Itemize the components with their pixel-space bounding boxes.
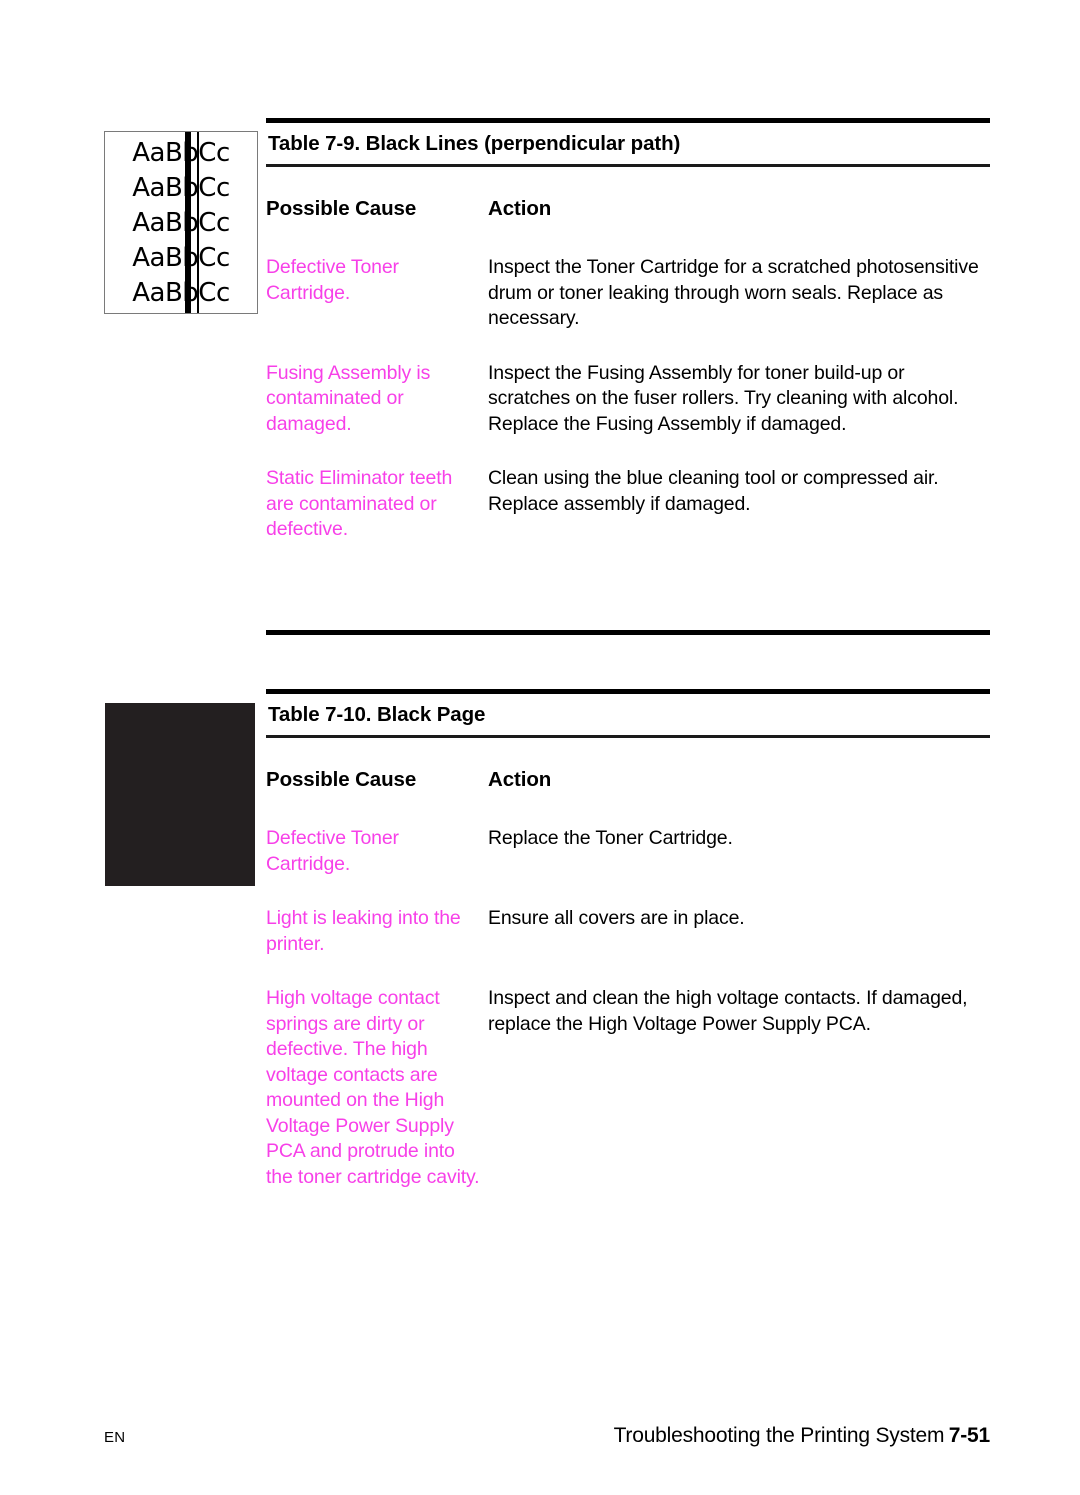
- table-row: Fusing Assembly is contaminated or damag…: [266, 361, 990, 438]
- table-column-headers: Possible Cause Action: [266, 738, 990, 792]
- sample-image-black-lines: AaBbCc AaBbCc AaBbCc AaBbCc AaBbCc: [104, 131, 258, 314]
- sample-text-line: AaBbCc: [132, 243, 230, 273]
- cell-possible-cause: Defective Toner Cartridge.: [266, 827, 399, 875]
- footer-page-number: 7-51: [948, 1424, 990, 1447]
- table-column-headers: Possible Cause Action: [266, 167, 990, 221]
- cell-action: Inspect the Toner Cartridge for a scratc…: [488, 256, 979, 329]
- footer-running-title: Troubleshooting the Printing System: [613, 1424, 945, 1447]
- cell-action: Ensure all covers are in place.: [488, 907, 745, 929]
- cell-action: Inspect the Fusing Assembly for toner bu…: [488, 361, 959, 435]
- table-row: Defective Toner Cartridge. Replace the T…: [266, 826, 990, 877]
- defect-vertical-line-thick: [185, 132, 191, 313]
- table-row: High voltage contact springs are dirty o…: [266, 986, 990, 1190]
- sample-text-line: AaBbCc: [132, 138, 230, 168]
- table-bottom-rule: [266, 630, 990, 635]
- column-header-action: Action: [488, 768, 552, 791]
- cell-possible-cause: High voltage contact springs are dirty o…: [266, 987, 480, 1188]
- table-body: Defective Toner Cartridge. Inspect the T…: [266, 221, 990, 543]
- sample-text-line: AaBbCc: [132, 278, 230, 308]
- cell-possible-cause: Defective Toner Cartridge.: [266, 256, 399, 304]
- defect-vertical-line-thin: [197, 132, 199, 313]
- table-title: Table 7-10. Black Page: [268, 703, 486, 726]
- footer-right: Troubleshooting the Printing System 7-51: [613, 1424, 991, 1448]
- column-header-possible-cause: Possible Cause: [266, 197, 417, 220]
- table-row: Light is leaking into the printer. Ensur…: [266, 906, 990, 957]
- column-header-action: Action: [488, 197, 552, 220]
- page-footer: EN Troubleshooting the Printing System 7…: [104, 1424, 990, 1448]
- cell-action: Inspect and clean the high voltage conta…: [488, 987, 968, 1035]
- cell-action: Replace the Toner Cartridge.: [488, 827, 733, 849]
- table-row: Static Eliminator teeth are contaminated…: [266, 466, 990, 543]
- sample-text-line: AaBbCc: [132, 173, 230, 203]
- cell-possible-cause: Static Eliminator teeth are contaminated…: [266, 467, 453, 540]
- sample-text-block: AaBbCc AaBbCc AaBbCc AaBbCc AaBbCc: [105, 132, 257, 313]
- table-7-9: Table 7-9. Black Lines (perpendicular pa…: [266, 118, 990, 572]
- document-page: AaBbCc AaBbCc AaBbCc AaBbCc AaBbCc Table…: [0, 0, 1080, 1495]
- table-body: Defective Toner Cartridge. Replace the T…: [266, 792, 990, 1190]
- table-7-10: Table 7-10. Black Page Possible Cause Ac…: [266, 689, 990, 1219]
- table-title: Table 7-9. Black Lines (perpendicular pa…: [268, 132, 681, 155]
- sample-text-line: AaBbCc: [132, 208, 230, 238]
- cell-possible-cause: Fusing Assembly is contaminated or damag…: [266, 361, 431, 435]
- footer-language: EN: [104, 1429, 126, 1446]
- table-7-9-bottom-rule: [266, 630, 990, 635]
- table-row: Defective Toner Cartridge. Inspect the T…: [266, 255, 990, 332]
- cell-possible-cause: Light is leaking into the printer.: [266, 907, 461, 955]
- sample-image-black-page: [105, 703, 255, 886]
- cell-action: Clean using the blue cleaning tool or co…: [488, 467, 939, 515]
- column-header-possible-cause: Possible Cause: [266, 768, 417, 791]
